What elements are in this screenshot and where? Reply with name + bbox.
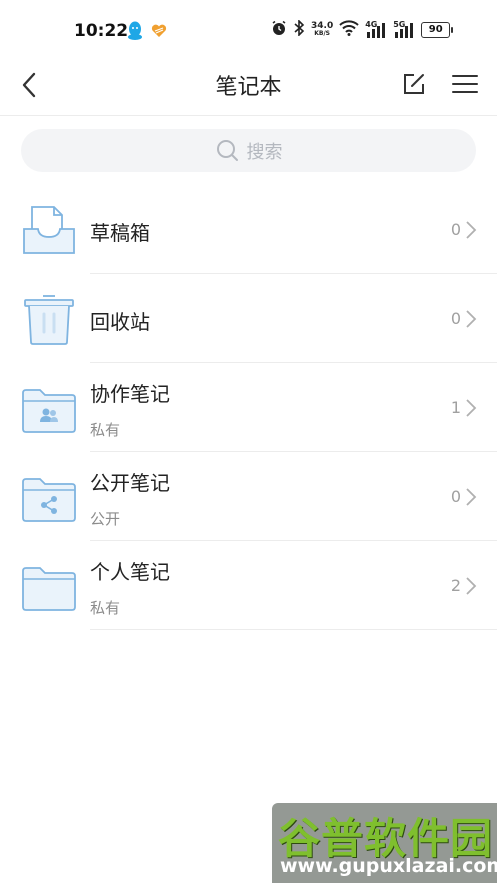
qq-icon — [127, 21, 143, 45]
list-item-visibility: 私有 — [90, 599, 121, 617]
list-item-collab-notes[interactable]: 协作笔记 私有 1 — [0, 363, 497, 452]
list-item-visibility: 公开 — [90, 510, 121, 528]
row-divider — [90, 629, 497, 630]
search-placeholder: 搜索 — [246, 141, 283, 163]
list-item-personal-notes[interactable]: 个人笔记 私有 2 — [0, 541, 497, 630]
item-count: 0 — [450, 220, 461, 239]
status-bar: 10:22 34.0 KB/S 4G 5G 90 — [0, 0, 497, 62]
chevron-right-icon — [465, 487, 477, 507]
bluetooth-icon — [293, 19, 305, 40]
shared-folder-icon — [20, 381, 78, 437]
wifi-icon — [339, 20, 359, 40]
watermark-url: www.gupuxlazai.com — [280, 855, 497, 877]
app-notification-icon — [151, 23, 167, 42]
share-folder-icon — [20, 470, 78, 526]
search-bar[interactable]: 搜索 — [21, 129, 476, 172]
item-count: 1 — [450, 398, 461, 417]
chevron-right-icon — [465, 309, 477, 329]
signal-4g-icon: 4G — [365, 20, 387, 38]
app-header: 笔记本 — [0, 62, 497, 106]
list-item-label: 公开笔记 — [90, 471, 170, 495]
folder-icon — [20, 559, 78, 615]
status-time: 10:22 — [74, 21, 129, 41]
notebook-list: 草稿箱 0 回收站 0 协作笔记 私有 1 公开笔记 公开 0 个人笔记 私有 … — [0, 185, 497, 630]
drafts-inbox-icon — [20, 203, 78, 259]
item-count: 0 — [450, 487, 461, 506]
site-watermark: 谷普软件园 www.gupuxlazai.com — [272, 803, 497, 883]
list-item-label: 回收站 — [90, 310, 150, 334]
signal-5g-icon: 5G — [393, 20, 415, 38]
status-icons: 34.0 KB/S 4G 5G 90 — [271, 19, 454, 40]
alarm-icon — [271, 20, 287, 40]
trash-icon — [20, 292, 78, 348]
list-item-label: 协作笔记 — [90, 382, 170, 406]
item-count: 0 — [450, 309, 461, 328]
header-divider — [0, 115, 497, 116]
battery-icon: 90 — [421, 22, 454, 38]
menu-icon[interactable] — [450, 71, 480, 97]
list-item-visibility: 私有 — [90, 421, 121, 439]
chevron-right-icon — [465, 220, 477, 240]
search-icon — [215, 138, 241, 164]
network-speed: 34.0 KB/S — [311, 21, 334, 38]
chevron-right-icon — [465, 398, 477, 418]
list-item-label: 个人笔记 — [90, 560, 170, 584]
list-item-drafts[interactable]: 草稿箱 0 — [0, 185, 497, 274]
list-item-public-notes[interactable]: 公开笔记 公开 0 — [0, 452, 497, 541]
list-item-label: 草稿箱 — [90, 221, 150, 245]
list-item-recycle-bin[interactable]: 回收站 0 — [0, 274, 497, 363]
new-note-icon[interactable] — [401, 71, 427, 97]
chevron-right-icon — [465, 576, 477, 596]
item-count: 2 — [450, 576, 461, 595]
